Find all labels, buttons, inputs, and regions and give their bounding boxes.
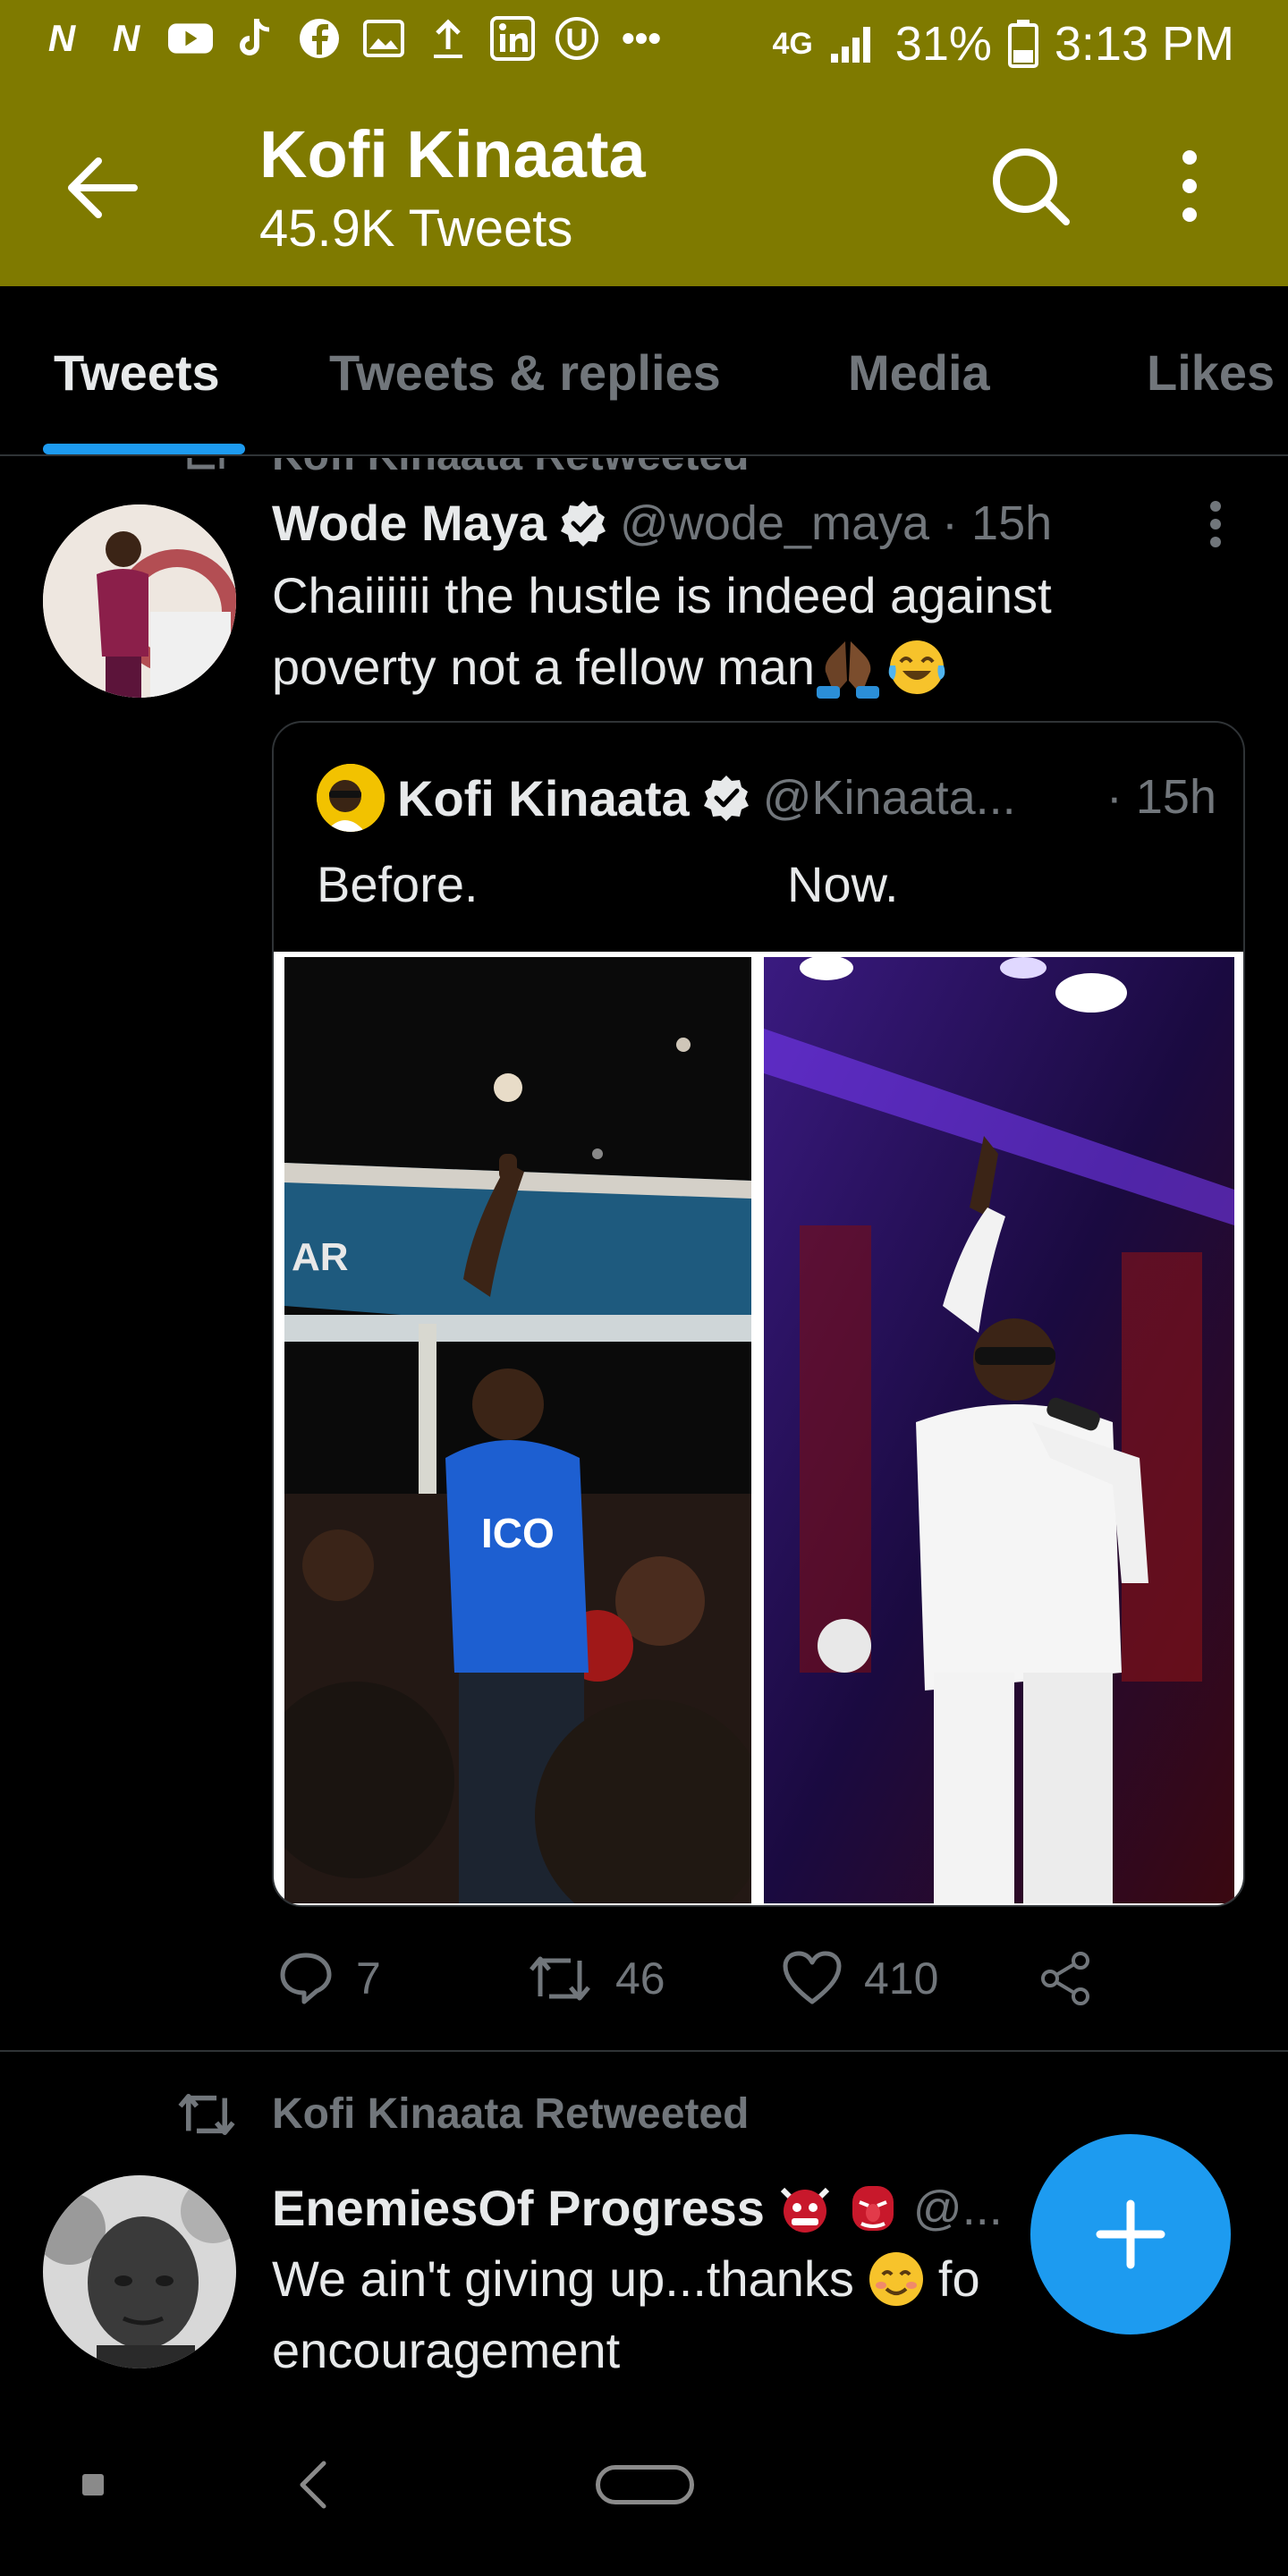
verified-badge-icon	[561, 500, 606, 547]
battery-percent: 31%	[894, 17, 992, 71]
tiktok-icon	[233, 16, 277, 61]
profile-name: Kofi Kinaata	[259, 117, 646, 191]
retweet-icon	[175, 2088, 238, 2146]
plus-icon	[1096, 2199, 1165, 2269]
recent-apps-button[interactable]	[82, 2474, 104, 2496]
folded-hands-icon	[816, 641, 879, 699]
quote-time: · 15h	[1106, 770, 1216, 824]
status-bar: N N ••• 4G 31% 3:13 PM	[0, 0, 1288, 89]
author-name[interactable]: Wode Maya	[272, 494, 547, 552]
tweet-text-line-end: fo	[937, 2250, 980, 2307]
retweet-header-clipped: Kofi Kinaata Retweeted	[0, 458, 1288, 481]
kebab-menu-icon	[1210, 501, 1221, 547]
tweet-divider	[0, 2050, 1288, 2052]
avatar[interactable]	[43, 504, 236, 698]
smiling-face-icon	[869, 2252, 923, 2306]
verified-badge-icon	[703, 775, 749, 821]
more-options-button[interactable]	[1163, 143, 1216, 229]
tab-likes[interactable]: Likes	[1147, 343, 1275, 402]
clock: 3:13 PM	[1054, 17, 1234, 71]
profile-tabs: Tweets Tweets & replies Media Likes	[0, 286, 1288, 456]
search-button[interactable]	[987, 143, 1073, 229]
network-n-icon: N	[112, 17, 140, 59]
system-nav-bar	[0, 2415, 1288, 2576]
kebab-menu-icon	[1182, 150, 1197, 222]
network-type: 4G	[772, 26, 813, 61]
app-icon	[555, 16, 599, 61]
quote-media[interactable]: AR ICO	[274, 952, 1243, 1905]
quote-author-handle: @Kinaata...	[762, 771, 1016, 825]
tab-tweets-and-replies[interactable]: Tweets & replies	[329, 343, 721, 402]
author-handle[interactable]: @...	[913, 2181, 1003, 2236]
retweet-icon	[179, 458, 233, 480]
youtube-icon	[168, 16, 213, 61]
tweet-text-line: We ain't giving up...thanks	[272, 2250, 854, 2307]
signal-icon	[830, 27, 870, 63]
back-button[interactable]	[63, 152, 143, 224]
tears-of-joy-icon	[888, 640, 945, 694]
gallery-icon	[361, 16, 406, 61]
avatar[interactable]	[43, 2175, 236, 2368]
before-photo[interactable]: AR ICO	[284, 957, 751, 1903]
linkedin-icon	[490, 16, 535, 61]
active-tab-indicator	[43, 444, 245, 454]
share-button[interactable]	[1038, 1950, 1095, 2007]
retweet-label: Kofi Kinaata Retweeted	[272, 458, 749, 480]
home-button[interactable]	[596, 2465, 694, 2504]
now-photo[interactable]	[764, 957, 1234, 1903]
tweet-text-line: poverty not a fellow man	[272, 639, 815, 695]
retweet-button[interactable]: 46	[526, 1950, 665, 2007]
retweet-label: Kofi Kinaata Retweeted	[272, 2090, 750, 2138]
upload-icon	[426, 16, 470, 61]
arrow-left-icon	[68, 157, 138, 218]
author-handle[interactable]: @wode_maya	[620, 496, 929, 551]
compose-tweet-button[interactable]	[1030, 2134, 1231, 2334]
tab-media[interactable]: Media	[848, 343, 990, 402]
battery-icon	[1007, 20, 1038, 68]
ogre-icon	[780, 2187, 830, 2233]
quote-avatar	[317, 764, 385, 832]
like-button[interactable]: 410	[782, 1950, 938, 2007]
share-icon	[1041, 1952, 1089, 2005]
goblin-icon	[852, 2185, 894, 2231]
reply-button[interactable]: 7	[277, 1950, 381, 2007]
quote-caption-before: Before.	[317, 856, 479, 912]
like-count: 410	[864, 1953, 939, 2004]
svg-text:AR: AR	[292, 1235, 349, 1279]
search-icon	[993, 148, 1070, 225]
svg-text:ICO: ICO	[481, 1510, 555, 1556]
tab-tweets[interactable]: Tweets	[54, 343, 220, 402]
comment-icon	[280, 1953, 332, 2004]
author-name[interactable]: EnemiesOf Progress	[272, 2179, 765, 2237]
reply-count: 7	[356, 1953, 381, 2004]
chevron-left-icon	[300, 2461, 326, 2509]
heart-icon	[783, 1951, 842, 2004]
quote-caption-now: Now.	[787, 856, 899, 912]
retweet-count: 46	[615, 1953, 665, 2004]
tweet-count: 45.9K Tweets	[259, 199, 573, 258]
retweet-icon	[530, 1956, 590, 2001]
network-n-icon: N	[47, 17, 76, 59]
quoted-tweet[interactable]: Kofi Kinaata @Kinaata... · 15h Before. N…	[272, 721, 1245, 1907]
more-dots-icon: •••	[621, 17, 662, 59]
tweet-text-line: Chaiiiiii the hustle is indeed against	[272, 567, 1052, 623]
tweet-more-button[interactable]	[1193, 497, 1238, 555]
facebook-icon	[297, 16, 342, 61]
tweet-time: · 15h	[942, 496, 1053, 550]
profile-header: Kofi Kinaata 45.9K Tweets	[0, 89, 1288, 286]
nav-back-button[interactable]	[295, 2458, 331, 2516]
quote-author-name: Kofi Kinaata	[397, 769, 690, 826]
